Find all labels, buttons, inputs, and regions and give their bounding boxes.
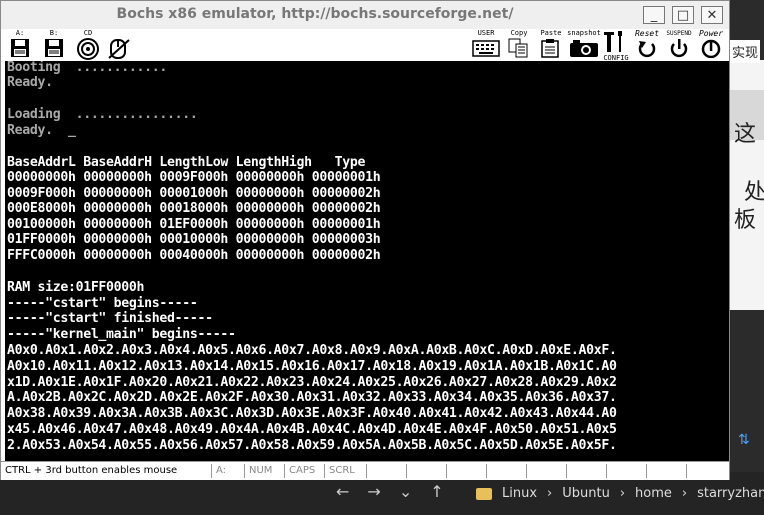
minimize-button[interactable]: _ bbox=[643, 6, 665, 24]
terminal-line: FFFC0000h 00000000h 00040000h 00000000h … bbox=[7, 248, 381, 263]
toolbar: A: B: CD USER Copy Paste snapshot CONFIG… bbox=[1, 29, 729, 62]
toolbar-label bbox=[105, 29, 133, 38]
terminal-line: -----"cstart" finished----- bbox=[7, 311, 213, 326]
snapshot-button[interactable]: snapshot bbox=[567, 29, 601, 61]
terminal-line: 2.A0x53.A0x54.A0x55.A0x56.A0x57.A0x58.A0… bbox=[7, 438, 617, 453]
doc-char-3: 板 bbox=[734, 208, 757, 233]
maximize-button[interactable]: □ bbox=[672, 6, 694, 24]
toolbar-label: USER bbox=[477, 29, 495, 37]
terminal-line: Ready. bbox=[7, 75, 53, 90]
terminal-line: 00000000h 00000000h 0009F000h 00000000h … bbox=[7, 170, 381, 185]
status-bar: CTRL + 3rd button enables mouse A: NUM C… bbox=[1, 461, 729, 480]
bochs-window: Bochs x86 emulator, http://bochs.sourcef… bbox=[0, 0, 730, 480]
terminal-line: RAM size:01FF0000h bbox=[7, 280, 145, 295]
toolbar-label: Power bbox=[698, 29, 724, 38]
toolbar-label: Copy bbox=[510, 29, 528, 37]
toolbar-label: Paste bbox=[540, 29, 562, 37]
user-button[interactable]: USER bbox=[471, 29, 501, 61]
toolbar-label: A: bbox=[15, 29, 25, 37]
emulator-screen[interactable]: Booting ............ Ready. Loading ......… bbox=[5, 61, 729, 461]
terminal-line: A0x38.A0x39.A0x3A.A0x3B.A0x3C.A0x3D.A0x3… bbox=[7, 406, 617, 421]
breadcrumb-item[interactable]: Ubuntu bbox=[562, 486, 610, 501]
cdrom-icon bbox=[77, 38, 99, 60]
toolbar-label: B: bbox=[49, 29, 59, 37]
toolbar-label: CD bbox=[83, 29, 93, 37]
suspend-button[interactable]: SUSPEND bbox=[663, 29, 695, 61]
terminal-line: -----"cstart" begins----- bbox=[7, 296, 198, 311]
floppy-b-icon bbox=[45, 39, 63, 57]
power-icon bbox=[701, 39, 721, 59]
toolbar-label: snapshot bbox=[567, 29, 601, 37]
close-button[interactable]: ✕ bbox=[701, 6, 723, 24]
window-title: Bochs x86 emulator, http://bochs.sourcef… bbox=[116, 6, 514, 22]
floppy-b-button[interactable]: B: bbox=[39, 29, 69, 61]
terminal-line: A0x10.A0x11.A0x12.A0x13.A0x14.A0x15.A0x1… bbox=[7, 359, 617, 374]
history-dropdown-icon[interactable]: ⌄ bbox=[399, 482, 412, 501]
reset-button[interactable]: Reset bbox=[631, 29, 663, 61]
reset-icon bbox=[638, 41, 656, 58]
terminal-line: A.A0x2B.A0x2C.A0x2D.A0x2E.A0x2F.A0x30.A0… bbox=[7, 390, 617, 405]
terminal-line: Booting ............ bbox=[7, 61, 168, 75]
paste-icon bbox=[541, 39, 559, 58]
copy-button[interactable]: Copy bbox=[505, 29, 533, 61]
folder-icon bbox=[476, 487, 492, 500]
floppy-a-icon bbox=[11, 39, 29, 57]
terminal-line: 01FF0000h 00000000h 00010000h 00000000h … bbox=[7, 232, 381, 247]
toolbar-label: Reset bbox=[634, 29, 660, 38]
camera-icon bbox=[570, 40, 598, 57]
status-scroll-lock: SCRL bbox=[324, 464, 363, 478]
status-floppy-a: A: bbox=[211, 464, 246, 478]
terminal-line: x1D.A0x1E.A0x1F.A0x20.A0x21.A0x22.A0x23.… bbox=[7, 375, 617, 390]
file-manager-nav: ← → ⌄ ↑ bbox=[336, 482, 444, 501]
terminal-line: 00100000h 00000000h 01EF0000h 00000000h … bbox=[7, 217, 381, 232]
terminal-line: Ready. _ bbox=[7, 123, 76, 138]
terminal-line: 0009F000h 00000000h 00001000h 00000000h … bbox=[7, 186, 381, 201]
up-icon[interactable]: ↑ bbox=[430, 482, 443, 501]
status-message: CTRL + 3rd button enables mouse bbox=[5, 465, 178, 476]
terminal-line: -----"kernel_main" begins----- bbox=[7, 327, 236, 342]
terminal-line: 000E8000h 00000000h 00018000h 00000000h … bbox=[7, 201, 381, 216]
background-doc-title: 实现 bbox=[730, 40, 761, 63]
config-icon bbox=[604, 31, 622, 52]
status-caps-lock: CAPS bbox=[284, 464, 323, 478]
title-bar[interactable]: Bochs x86 emulator, http://bochs.sourcef… bbox=[1, 1, 729, 29]
terminal-line: x45.A0x46.A0x47.A0x48.A0x49.A0x4A.A0x4B.… bbox=[7, 422, 617, 437]
breadcrumb-item[interactable]: home bbox=[635, 486, 672, 501]
mouse-button[interactable] bbox=[105, 29, 133, 61]
suspend-icon bbox=[670, 39, 688, 58]
paste-button[interactable]: Paste bbox=[537, 29, 565, 61]
breadcrumb-item[interactable]: Linux bbox=[502, 486, 537, 501]
floppy-a-button[interactable]: A: bbox=[5, 29, 35, 61]
toolbar-label: SUSPEND bbox=[666, 30, 692, 37]
keyboard-icon bbox=[472, 40, 500, 57]
forward-icon[interactable]: → bbox=[367, 482, 380, 501]
doc-char-1: 这 bbox=[734, 122, 757, 147]
terminal-line: Loading ................ bbox=[7, 107, 198, 122]
config-button[interactable]: CONFIG bbox=[601, 29, 631, 62]
mouse-icon bbox=[108, 39, 130, 59]
cdrom-button[interactable]: CD bbox=[73, 29, 103, 61]
sort-icon[interactable]: ⇅ bbox=[738, 432, 750, 448]
terminal-line: A0x0.A0x1.A0x2.A0x3.A0x4.A0x5.A0x6.A0x7.… bbox=[7, 343, 617, 358]
copy-icon bbox=[508, 38, 528, 58]
background-document: 这 处 板 bbox=[730, 60, 764, 310]
breadcrumb: Linux› Ubuntu› home› starryzhang bbox=[476, 486, 764, 501]
back-icon[interactable]: ← bbox=[336, 482, 349, 501]
terminal-line: BaseAddrL BaseAddrH LengthLow LengthHigh… bbox=[7, 155, 366, 170]
power-button[interactable]: Power bbox=[695, 29, 727, 61]
status-num-lock: NUM bbox=[244, 464, 283, 478]
breadcrumb-item[interactable]: starryzhang bbox=[697, 486, 764, 501]
